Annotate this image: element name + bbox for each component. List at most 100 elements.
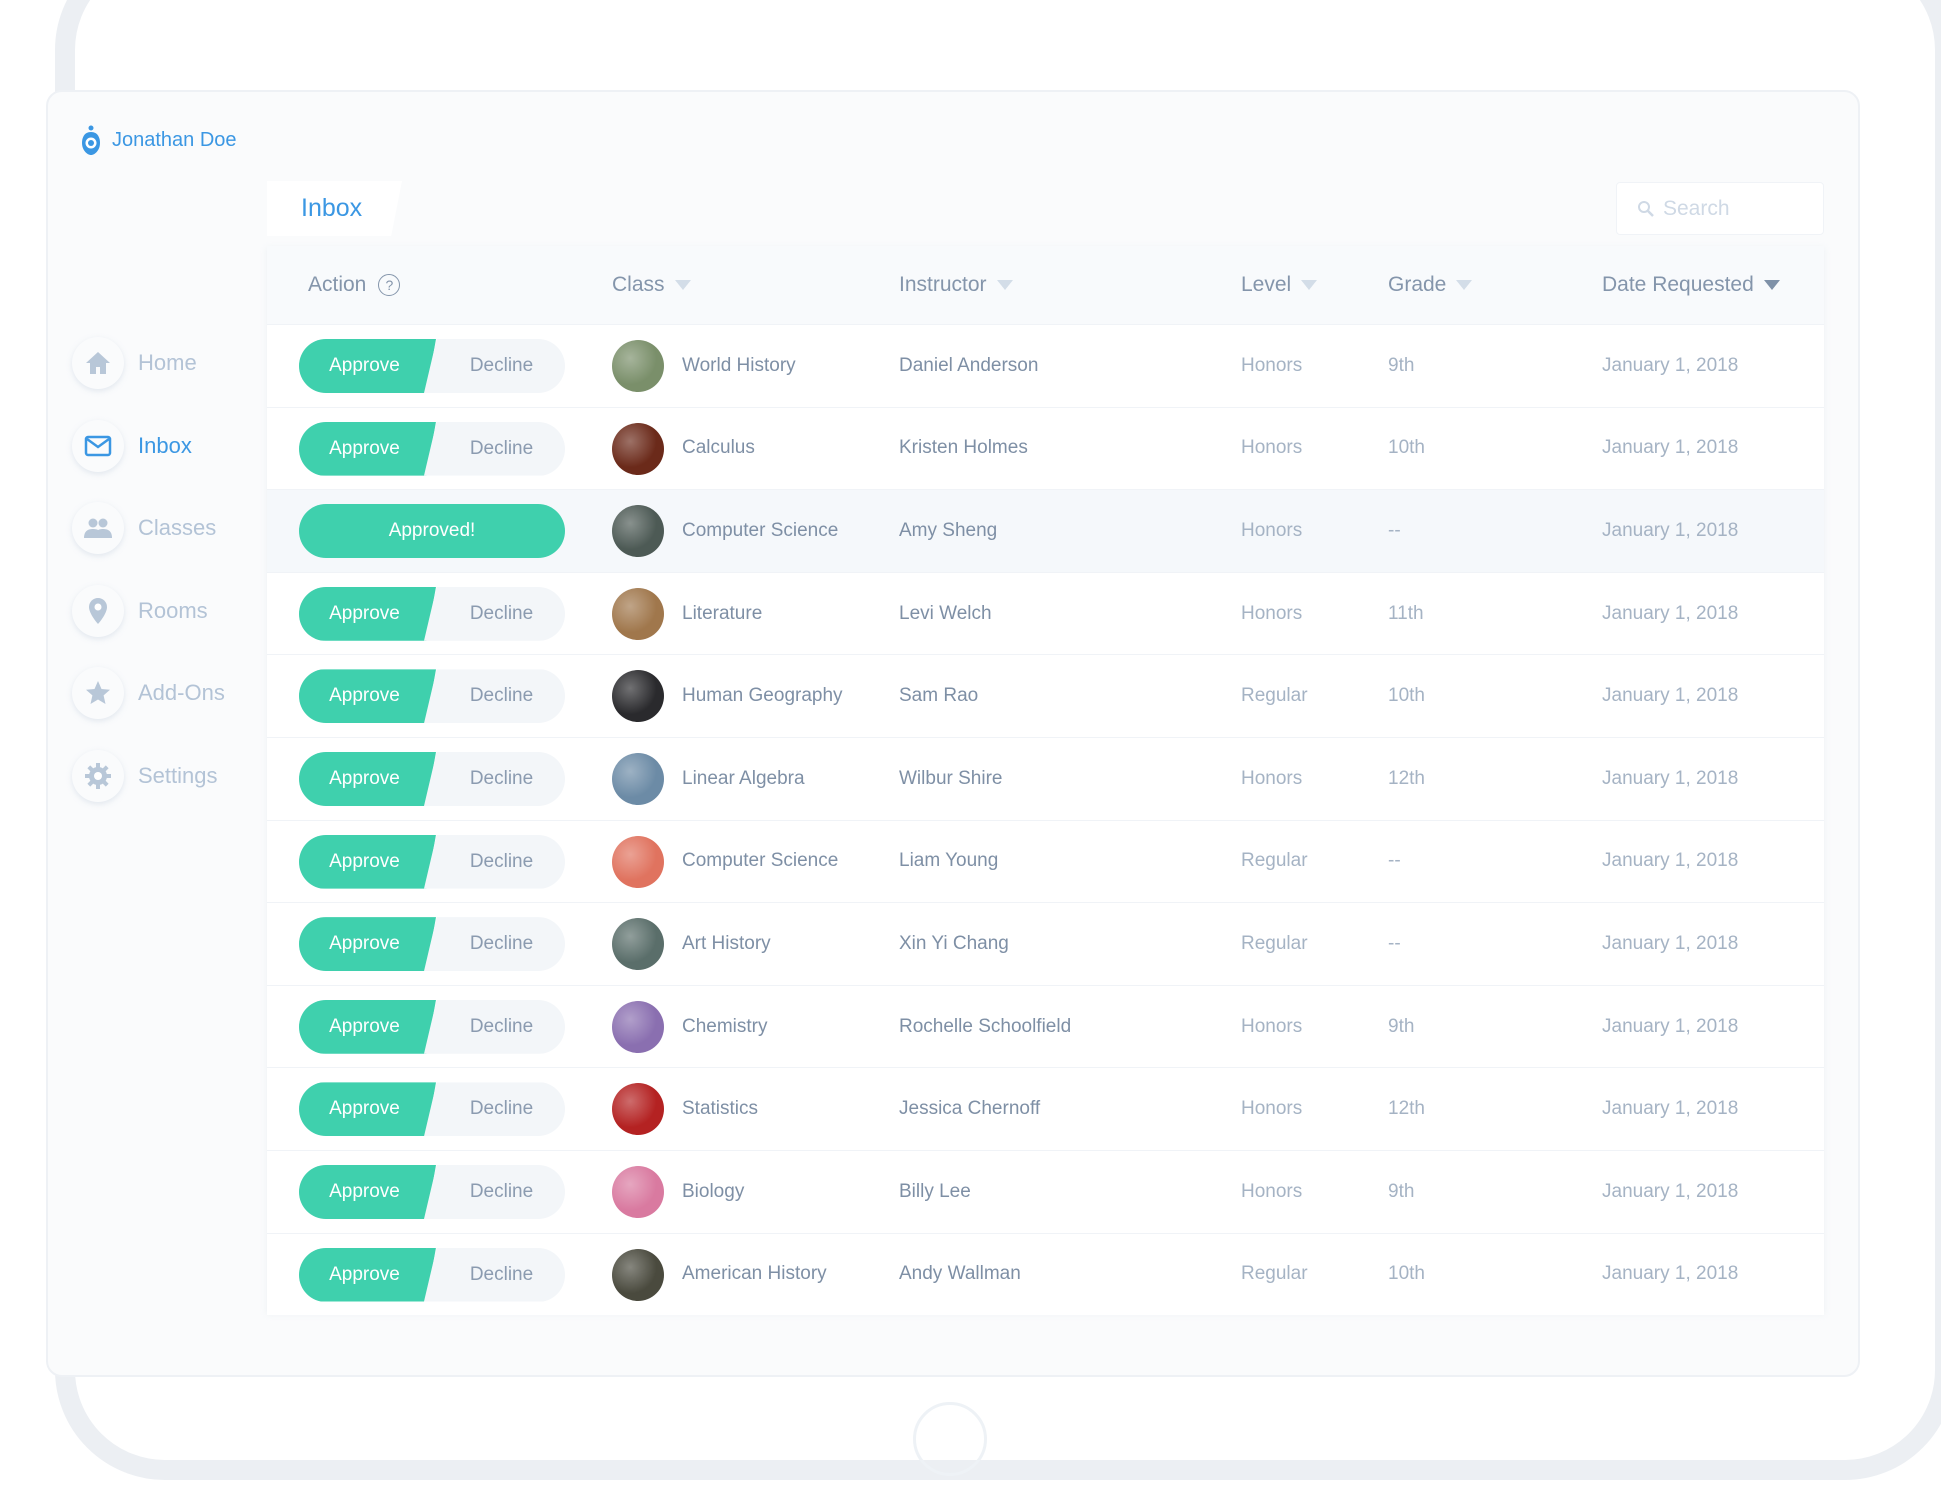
action-buttons: Approve Decline (299, 655, 565, 737)
approve-button[interactable]: Approve (299, 917, 436, 972)
date-requested: January 1, 2018 (1602, 1098, 1739, 1120)
instructor-name: Billy Lee (899, 1180, 971, 1202)
decline-button[interactable]: Decline (424, 834, 565, 889)
device-home-button[interactable] (913, 1402, 987, 1476)
approve-button[interactable]: Approve (299, 1082, 436, 1137)
approve-button[interactable]: Approve (299, 999, 436, 1054)
class-name: Human Geography (682, 685, 843, 707)
class-grade: 12th (1388, 767, 1425, 789)
action-buttons: Approve Decline (299, 821, 565, 903)
sidebar-item-home[interactable]: Home (72, 335, 225, 391)
user-brand[interactable]: Jonathan Doe (80, 124, 237, 156)
tab-label: Inbox (301, 194, 363, 222)
sort-arrow-icon (1301, 280, 1318, 290)
instructor-name: Jessica Chernoff (899, 1098, 1041, 1120)
class-avatar (612, 752, 664, 805)
table-row: Approve Decline Linear Algebra Wilbur Sh… (267, 736, 1824, 820)
action-buttons: Approve Decline (299, 573, 565, 655)
class-grade: 9th (1388, 1180, 1415, 1202)
approve-button[interactable]: Approve (299, 1164, 436, 1219)
class-name: World History (682, 354, 796, 376)
user-name: Jonathan Doe (112, 128, 237, 151)
column-header-date-requested[interactable]: Date Requested (1602, 246, 1780, 324)
approve-button[interactable]: Approve (299, 751, 436, 806)
search-box[interactable] (1616, 182, 1824, 235)
date-requested: January 1, 2018 (1602, 437, 1739, 459)
approve-button[interactable]: Approve (299, 339, 436, 393)
class-avatar (612, 505, 664, 558)
table-header: Action ? Class Instructor Level Grade Da… (267, 246, 1824, 324)
sidebar-item-rooms[interactable]: Rooms (72, 583, 225, 639)
class-name: Calculus (682, 437, 755, 459)
sort-arrow-icon (996, 280, 1013, 290)
class-avatar (612, 1083, 664, 1136)
instructor-name: Sam Rao (899, 685, 979, 707)
table-row: Approved! Computer Science Amy Sheng Hon… (267, 489, 1824, 572)
sidebar-item-label: Settings (138, 762, 218, 788)
sort-arrow-icon (1763, 280, 1780, 290)
column-label: Grade (1388, 273, 1447, 296)
action-buttons: Approve Decline (299, 1151, 565, 1233)
date-requested: January 1, 2018 (1602, 767, 1739, 789)
date-requested: January 1, 2018 (1602, 1180, 1739, 1202)
column-label: Date Requested (1602, 273, 1754, 296)
user-logo-icon (82, 125, 100, 155)
class-avatar (612, 835, 664, 888)
class-grade: 10th (1388, 437, 1425, 459)
sidebar-item-settings[interactable]: Settings (72, 748, 225, 804)
sort-arrow-icon (674, 280, 691, 290)
table-row: Approve Decline Statistics Jessica Chern… (267, 1067, 1824, 1150)
column-header-instructor[interactable]: Instructor (899, 246, 1013, 324)
decline-button[interactable]: Decline (424, 1247, 565, 1302)
decline-button[interactable]: Decline (424, 999, 565, 1054)
sidebar-item-add-ons[interactable]: Add-Ons (72, 665, 225, 721)
column-header-level[interactable]: Level (1241, 246, 1318, 324)
approve-button[interactable]: Approve (299, 834, 436, 889)
class-avatar (612, 670, 664, 723)
instructor-name: Rochelle Schoolfield (899, 1015, 1072, 1037)
approved-button[interactable]: Approved! (299, 504, 565, 559)
column-header-class[interactable]: Class (612, 246, 691, 324)
date-requested: January 1, 2018 (1602, 850, 1739, 872)
date-requested: January 1, 2018 (1602, 354, 1739, 376)
decline-button[interactable]: Decline (424, 751, 565, 806)
decline-button[interactable]: Decline (424, 586, 565, 641)
decline-button[interactable]: Decline (424, 1082, 565, 1137)
class-name: Art History (682, 932, 771, 954)
table-row: Approve Decline Calculus Kristen Holmes … (267, 406, 1824, 490)
help-icon[interactable]: ? (378, 274, 401, 296)
class-level: Honors (1241, 602, 1303, 624)
column-header-action: Action ? (308, 246, 401, 324)
sidebar-item-inbox[interactable]: Inbox (72, 418, 225, 474)
sidebar-item-classes[interactable]: Classes (72, 500, 225, 556)
decline-button[interactable]: Decline (424, 339, 565, 393)
class-level: Regular (1241, 932, 1308, 954)
class-level: Honors (1241, 437, 1303, 459)
column-header-grade[interactable]: Grade (1388, 246, 1473, 324)
class-grade: 11th (1388, 602, 1424, 624)
action-buttons: Approve Decline (299, 903, 565, 985)
approve-button[interactable]: Approve (299, 586, 436, 641)
decline-button[interactable]: Decline (424, 421, 565, 476)
star-icon (72, 667, 124, 719)
class-name: Literature (682, 602, 763, 624)
decline-button[interactable]: Decline (424, 917, 565, 972)
sidebar-item-label: Rooms (138, 597, 208, 623)
search-input[interactable] (1663, 196, 1813, 221)
approve-button[interactable]: Approve (299, 1247, 436, 1302)
approve-button[interactable]: Approve (299, 669, 436, 724)
tab-inbox[interactable]: Inbox (267, 181, 402, 236)
approve-button[interactable]: Approve (299, 421, 436, 476)
class-grade: 10th (1388, 685, 1425, 707)
date-requested: January 1, 2018 (1602, 1015, 1739, 1037)
table-body: Approve Decline World History Daniel And… (267, 324, 1824, 1316)
sidebar-item-label: Inbox (138, 432, 192, 458)
date-requested: January 1, 2018 (1602, 685, 1739, 707)
date-requested: January 1, 2018 (1602, 1263, 1739, 1285)
class-grade: 12th (1388, 1098, 1425, 1120)
sort-arrow-icon (1456, 280, 1473, 290)
class-level: Regular (1241, 685, 1308, 707)
decline-button[interactable]: Decline (424, 1164, 565, 1219)
table-row: Approve Decline Literature Levi Welch Ho… (267, 571, 1824, 655)
decline-button[interactable]: Decline (424, 669, 565, 724)
